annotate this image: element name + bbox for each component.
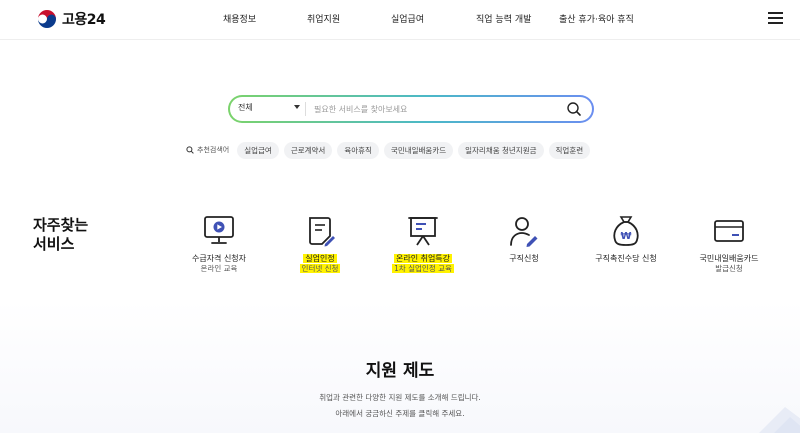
service-sub: 인터넷 신청	[299, 264, 341, 273]
service-label: 국민내일배움카드	[699, 254, 759, 263]
nav-item-maternity-leave[interactable]: 출산 휴가·육아 휴직	[559, 12, 634, 25]
search-box: 전체	[228, 95, 594, 123]
keyword-chip[interactable]: 실업급여	[237, 141, 279, 159]
keyword-chip[interactable]: 직업훈련	[548, 141, 591, 159]
recommended-keywords: 추천검색어 실업급여 근로계약서 육아휴직 국민내일배움카드 일자리채움 청년지…	[186, 141, 595, 159]
nav-item-unemployment-benefit[interactable]: 실업급여	[391, 12, 424, 25]
service-label: 온라인 취업특강	[393, 254, 453, 263]
support-description: 취업과 관련한 다양한 지원 제도를 소개해 드립니다.	[319, 393, 481, 402]
service-unemployment-recognition[interactable]: 실업인정 인터넷 신청	[270, 214, 370, 274]
presentation-board-icon	[408, 217, 438, 246]
service-learning-card[interactable]: 국민내일배움카드 발급신청	[679, 214, 779, 274]
card-icon	[714, 220, 744, 242]
caret-down-icon	[294, 105, 300, 109]
search-category-value: 전체	[238, 103, 253, 112]
service-training-applicant[interactable]: 수급자격 신청자 온라인 교육	[169, 214, 269, 274]
menu-icon[interactable]	[768, 12, 783, 24]
person-pen-icon	[510, 217, 538, 247]
nav-item-jobs[interactable]: 채용정보	[223, 12, 256, 25]
service-sub: 온라인 교육	[200, 264, 238, 273]
nav-item-employment-support[interactable]: 취업지원	[307, 12, 340, 25]
search-input[interactable]	[314, 101, 554, 117]
search-divider	[305, 102, 306, 116]
service-label: 수급자격 신청자	[191, 254, 247, 263]
service-sub: 발급신청	[715, 264, 743, 273]
service-sub: 1차 실업인정 교육	[392, 264, 454, 273]
svg-text:₩: ₩	[620, 231, 631, 242]
service-job-application[interactable]: 구직신청	[474, 214, 574, 264]
service-label: 실업인정	[303, 254, 337, 263]
decorative-shape-icon	[759, 407, 800, 433]
support-title: 지원 제도	[365, 361, 435, 381]
monitor-play-icon	[204, 216, 234, 244]
support-description: 아래에서 궁금하신 주제를 클릭해 주세요.	[335, 409, 465, 418]
search-category-select[interactable]: 전체	[238, 102, 300, 116]
keyword-chip[interactable]: 일자리채움 청년지원금	[458, 141, 544, 159]
service-label: 구직촉진수당 신청	[595, 254, 657, 263]
service-online-lecture[interactable]: 온라인 취업특강 1차 실업인정 교육	[373, 214, 473, 274]
keywords-label: 추천검색어	[186, 145, 229, 155]
service-label: 구직신청	[509, 254, 539, 263]
keyword-chip[interactable]: 육아휴직	[337, 141, 379, 159]
nav-item-vocational-training[interactable]: 직업 능력 개발	[476, 12, 531, 25]
header: 고용24 채용정보 취업지원 실업급여 직업 능력 개발 출산 휴가·육아 휴직	[0, 0, 800, 40]
search-small-icon	[186, 146, 194, 154]
search-icon[interactable]	[566, 101, 582, 117]
keyword-chip[interactable]: 근로계약서	[283, 141, 333, 159]
favorites-title: 자주찾는 서비스	[33, 216, 89, 253]
money-bag-icon: ₩	[613, 216, 639, 246]
document-pen-icon	[309, 217, 335, 247]
service-job-promotion-allowance[interactable]: ₩ 구직촉진수당 신청	[576, 214, 676, 264]
main-nav: 채용정보 취업지원 실업급여 직업 능력 개발 출산 휴가·육아 휴직	[0, 12, 800, 28]
keyword-chip[interactable]: 국민내일배움카드	[383, 141, 454, 159]
